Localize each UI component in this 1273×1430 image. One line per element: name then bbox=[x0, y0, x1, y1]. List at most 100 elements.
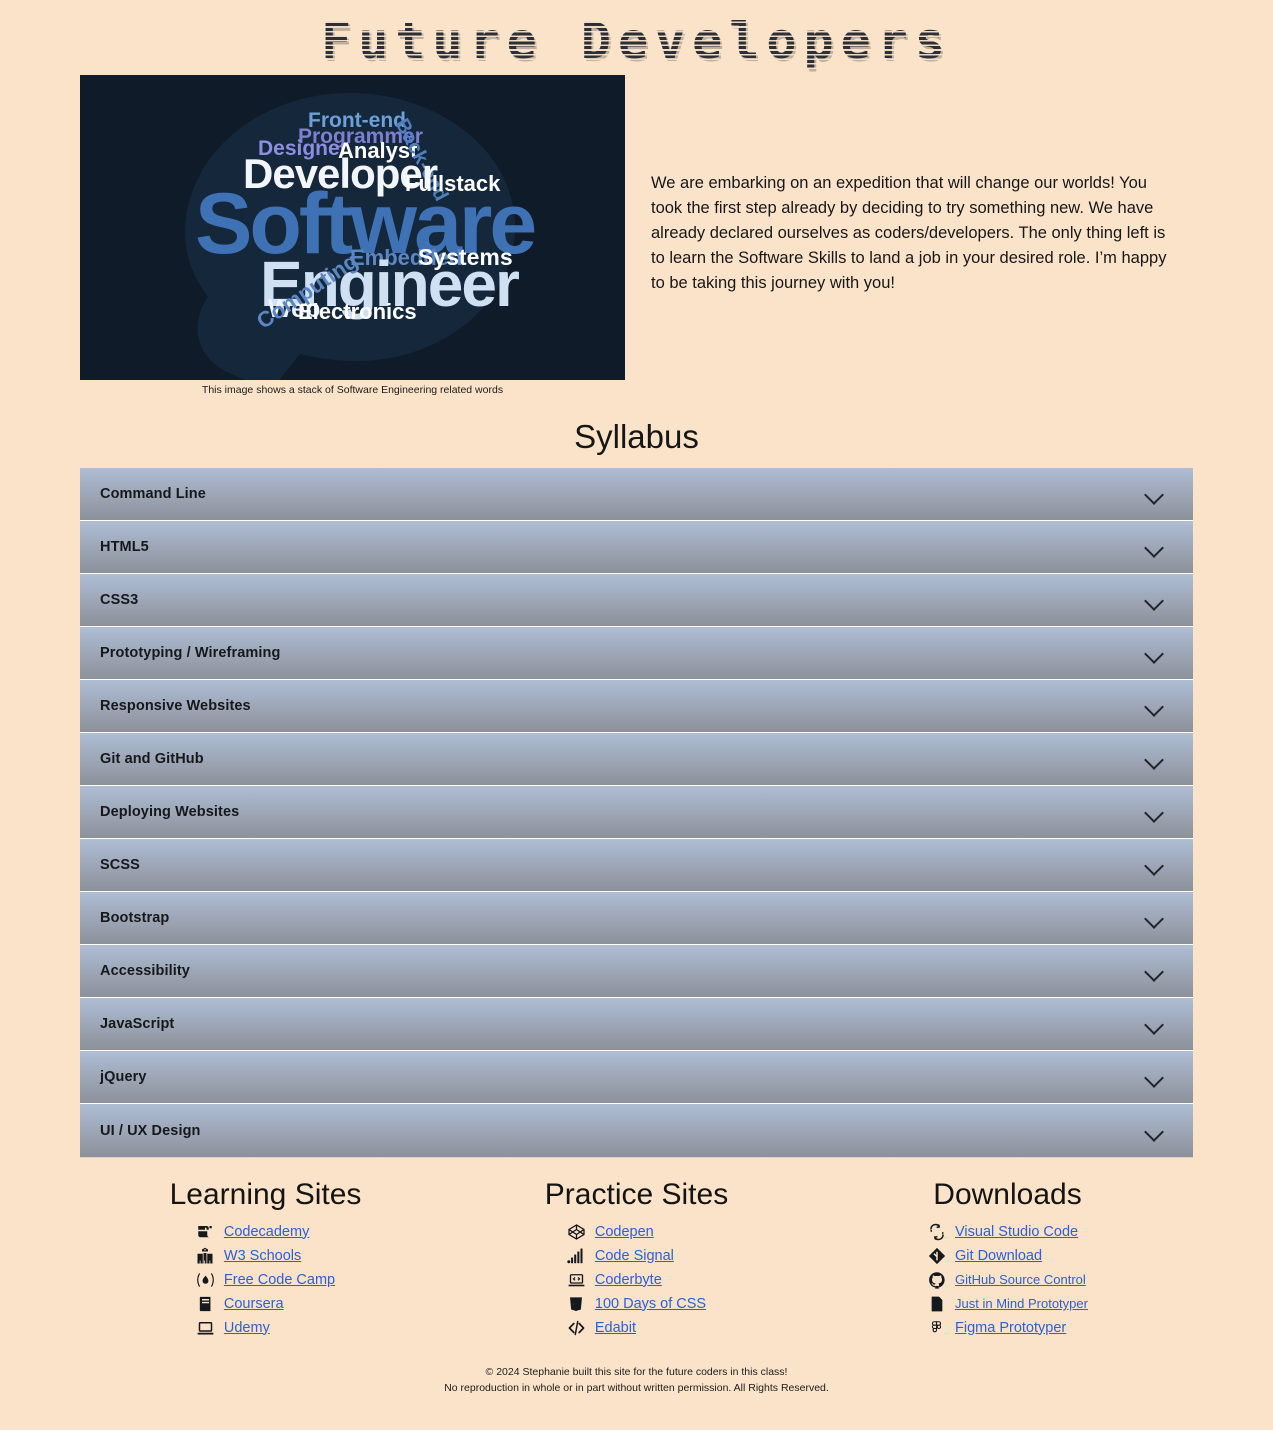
vscode-icon bbox=[927, 1222, 946, 1241]
list-item: 100 Days of CSS bbox=[567, 1292, 706, 1316]
syllabus-item-label: Prototyping / Wireframing bbox=[100, 645, 281, 661]
resource-link[interactable]: Just in Mind Prototyper bbox=[955, 1296, 1088, 1311]
syllabus-accordion-item[interactable]: jQuery bbox=[80, 1051, 1193, 1104]
list-item: Codepen bbox=[567, 1220, 706, 1244]
resource-column-title: Downloads bbox=[933, 1178, 1082, 1211]
list-item: GitHub Source Control bbox=[927, 1268, 1088, 1292]
list-item: W3 Schools bbox=[196, 1244, 335, 1268]
syllabus-heading: Syllabus bbox=[574, 418, 699, 455]
syllabus-accordion-item[interactable]: Deploying Websites bbox=[80, 786, 1193, 839]
chevron-down-icon[interactable] bbox=[1145, 912, 1165, 924]
syllabus-accordion-item[interactable]: Git and GitHub bbox=[80, 733, 1193, 786]
syllabus-accordion-item[interactable]: Bootstrap bbox=[80, 892, 1193, 945]
syllabus-accordion-item[interactable]: CSS3 bbox=[80, 574, 1193, 627]
intro-paragraph: We are embarking on an expedition that w… bbox=[651, 174, 1167, 293]
syllabus-item-label: Accessibility bbox=[100, 963, 190, 979]
resource-link[interactable]: Code Signal bbox=[595, 1248, 674, 1264]
resource-link[interactable]: Codepen bbox=[595, 1224, 654, 1240]
wordcloud-terms: Front-end Programmer Designer Analyst Ba… bbox=[80, 75, 625, 380]
site-header: Future Developers bbox=[0, 0, 1273, 75]
resource-link-list: Codecademy W3 Schools Free Code Camp Course… bbox=[196, 1220, 335, 1340]
resource-link-list: Codepen Code Signal Coderbyte 100 Days of C… bbox=[567, 1220, 706, 1340]
list-item: Udemy bbox=[196, 1316, 335, 1340]
syllabus-item-label: jQuery bbox=[100, 1069, 147, 1085]
resource-link[interactable]: Coderbyte bbox=[595, 1272, 662, 1288]
syllabus-item-label: Deploying Websites bbox=[100, 804, 240, 820]
resource-link[interactable]: Visual Studio Code bbox=[955, 1224, 1078, 1240]
syllabus-accordion: Command Line HTML5 CSS3 Prototyping / Wiref… bbox=[80, 468, 1193, 1158]
scroll-icon bbox=[196, 1222, 215, 1241]
syllabus-item-label: Bootstrap bbox=[100, 910, 170, 926]
chevron-down-icon[interactable] bbox=[1145, 806, 1165, 818]
rights-line: No reproduction in whole or in part with… bbox=[444, 1381, 829, 1394]
list-item: Git Download bbox=[927, 1244, 1088, 1268]
syllabus-accordion-item[interactable]: Command Line bbox=[80, 468, 1193, 521]
list-item: Code Signal bbox=[567, 1244, 706, 1268]
git-icon bbox=[927, 1246, 946, 1265]
list-item: Codecademy bbox=[196, 1220, 335, 1244]
list-item: Free Code Camp bbox=[196, 1268, 335, 1292]
book-icon bbox=[196, 1294, 215, 1313]
syllabus-item-label: SCSS bbox=[100, 857, 140, 873]
chevron-down-icon[interactable] bbox=[1145, 541, 1165, 553]
resource-column: Downloads Visual Studio Code Git Download G… bbox=[822, 1176, 1193, 1342]
syllabus-item-label: JavaScript bbox=[100, 1016, 175, 1032]
syllabus-item-label: Git and GitHub bbox=[100, 751, 204, 767]
syllabus-accordion-item[interactable]: SCSS bbox=[80, 839, 1193, 892]
css3-shield-icon bbox=[567, 1294, 586, 1313]
resource-link[interactable]: Edabit bbox=[595, 1320, 636, 1336]
wordcloud-word-electronics: Electronics bbox=[298, 299, 417, 324]
list-item: Visual Studio Code bbox=[927, 1220, 1088, 1244]
syllabus-accordion-item[interactable]: UI / UX Design bbox=[80, 1104, 1193, 1157]
laptop-code-icon bbox=[567, 1270, 586, 1289]
list-item: Coderbyte bbox=[567, 1268, 706, 1292]
resource-column-title: Practice Sites bbox=[544, 1178, 729, 1211]
resource-link[interactable]: Coursera bbox=[224, 1296, 284, 1312]
list-item: Figma Prototyper bbox=[927, 1316, 1088, 1340]
signal-bars-icon bbox=[567, 1246, 586, 1265]
page-title: Future Developers bbox=[315, 12, 958, 70]
chevron-down-icon[interactable] bbox=[1145, 647, 1165, 659]
resource-link[interactable]: Codecademy bbox=[224, 1224, 309, 1240]
resource-link[interactable]: Udemy bbox=[224, 1320, 270, 1336]
school-building-icon bbox=[196, 1246, 215, 1265]
chevron-down-icon[interactable] bbox=[1145, 488, 1165, 500]
site-footer: © 2024 Stephanie built this site for the… bbox=[0, 1364, 1273, 1407]
chevron-down-icon[interactable] bbox=[1145, 594, 1165, 606]
hero-intro-text: We are embarking on an expedition that w… bbox=[625, 75, 1170, 296]
resource-link[interactable]: Free Code Camp bbox=[224, 1272, 335, 1288]
syllabus-item-label: Responsive Websites bbox=[100, 698, 251, 714]
hero-figure: Front-end Programmer Designer Analyst Ba… bbox=[80, 75, 625, 396]
hero-image-caption: This image shows a stack of Software Eng… bbox=[201, 384, 504, 396]
chevron-down-icon[interactable] bbox=[1145, 859, 1165, 871]
chevron-down-icon[interactable] bbox=[1145, 1125, 1165, 1137]
syllabus-accordion-item[interactable]: Responsive Websites bbox=[80, 680, 1193, 733]
list-item: Just in Mind Prototyper bbox=[927, 1292, 1088, 1316]
syllabus-item-label: Command Line bbox=[100, 486, 206, 502]
syllabus-accordion-item[interactable]: HTML5 bbox=[80, 521, 1193, 574]
list-item: Edabit bbox=[567, 1316, 706, 1340]
syllabus-section: Syllabus Command Line HTML5 CSS3 Prototypin… bbox=[0, 418, 1273, 1158]
syllabus-accordion-item[interactable]: Accessibility bbox=[80, 945, 1193, 998]
chevron-down-icon[interactable] bbox=[1145, 753, 1165, 765]
resource-link[interactable]: W3 Schools bbox=[224, 1248, 301, 1264]
chevron-down-icon[interactable] bbox=[1145, 1018, 1165, 1030]
syllabus-item-label: HTML5 bbox=[100, 539, 149, 555]
resource-link[interactable]: Figma Prototyper bbox=[955, 1320, 1066, 1336]
chevron-down-icon[interactable] bbox=[1145, 965, 1165, 977]
resource-link[interactable]: 100 Days of CSS bbox=[595, 1296, 706, 1312]
resource-link[interactable]: GitHub Source Control bbox=[955, 1272, 1086, 1287]
syllabus-accordion-item[interactable]: JavaScript bbox=[80, 998, 1193, 1051]
copyright-line: © 2024 Stephanie built this site for the… bbox=[485, 1365, 788, 1378]
justinmind-doc-icon bbox=[927, 1294, 946, 1313]
list-item: Coursera bbox=[196, 1292, 335, 1316]
chevron-down-icon[interactable] bbox=[1145, 1071, 1165, 1083]
figma-icon bbox=[927, 1318, 946, 1337]
resource-column-title: Learning Sites bbox=[169, 1178, 362, 1211]
syllabus-item-label: UI / UX Design bbox=[100, 1122, 201, 1139]
chevron-down-icon[interactable] bbox=[1145, 700, 1165, 712]
laptop-icon bbox=[196, 1318, 215, 1337]
resource-link[interactable]: Git Download bbox=[955, 1248, 1042, 1264]
resource-column: Practice Sites Codepen Code Signal Coderbyt… bbox=[451, 1176, 822, 1342]
syllabus-accordion-item[interactable]: Prototyping / Wireframing bbox=[80, 627, 1193, 680]
